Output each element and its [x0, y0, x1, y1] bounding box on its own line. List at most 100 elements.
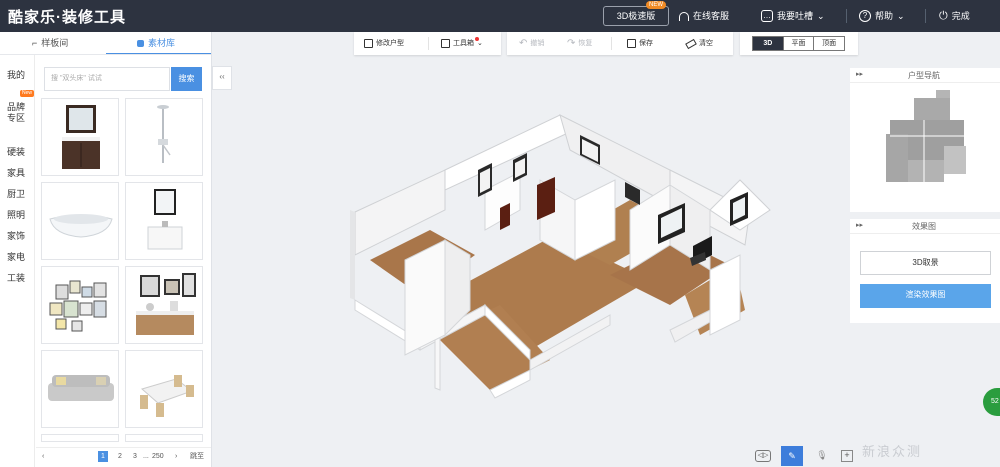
finish-button[interactable]: ⏻ 完成	[939, 8, 970, 24]
item-sofa[interactable]	[41, 350, 119, 428]
top-bar: 酷家乐·装修工具 3D极速版 NEW 在线客服 … 我要吐槽 ⌄ ? 帮助 ⌄ …	[0, 0, 1000, 32]
item-decor-frames-sideboard[interactable]	[125, 266, 203, 344]
brush-icon[interactable]: ✎	[781, 446, 803, 466]
search-input[interactable]: 搜 "双头床" 试试	[44, 67, 170, 91]
sofa-thumbnail	[48, 375, 114, 401]
category-commercial[interactable]: 工装	[7, 271, 25, 284]
camera-mode-icon[interactable]: ◁▷	[755, 450, 771, 462]
3d-view-capture-button[interactable]: 3D取景	[860, 251, 991, 275]
redo-icon: ↷	[567, 38, 576, 49]
frames-thumbnail	[49, 280, 107, 332]
render-panel: ▸▸ 效果图 3D取景 渲染效果图	[850, 219, 1000, 323]
render-header: ▸▸ 效果图	[850, 219, 1000, 234]
item-partial[interactable]	[125, 434, 203, 442]
view-3d-button[interactable]: 3D	[753, 37, 784, 50]
chevron-down-icon: ⌄	[817, 11, 825, 21]
divider	[846, 9, 847, 23]
tab-template-label: 样板间	[41, 38, 69, 48]
online-service-label: 在线客服	[693, 11, 730, 21]
basin-thumbnail	[147, 189, 183, 250]
toolbox-label: 工具箱	[453, 40, 474, 47]
page-jump[interactable]: 跳至	[187, 451, 207, 462]
category-home-decor[interactable]: 家饰	[7, 229, 25, 242]
dining-thumbnail	[140, 375, 194, 417]
cube-icon	[137, 39, 144, 47]
item-picture-frames-wall[interactable]	[41, 266, 119, 344]
item-wash-basin-cabinet[interactable]	[125, 182, 203, 260]
page-3[interactable]: 3	[130, 451, 140, 462]
microphone-icon[interactable]: 🎙	[813, 447, 831, 465]
category-furniture[interactable]: 家具	[7, 166, 25, 179]
item-dining-table-set[interactable]	[125, 350, 203, 428]
render-image-button[interactable]: 渲染效果图	[860, 284, 991, 308]
page-2[interactable]: 2	[115, 451, 125, 462]
redo-button[interactable]: ↷ 恢复	[567, 32, 592, 55]
3d-viewport[interactable]	[230, 60, 850, 445]
view-plan-button[interactable]: 平面	[783, 37, 815, 50]
question-icon: ?	[859, 10, 871, 22]
vanity-thumbnail	[62, 105, 100, 169]
brand-new-badge: New	[20, 90, 35, 97]
item-partial[interactable]	[41, 434, 119, 442]
toolbar-group-edit: 修改户型 工具箱 ⌄	[354, 32, 501, 55]
page-1[interactable]: 1	[98, 451, 108, 462]
save-button[interactable]: 保存	[627, 32, 653, 55]
item-shower-set[interactable]	[125, 98, 203, 176]
active-tab-underline	[106, 53, 211, 54]
category-appliances[interactable]: 家电	[7, 250, 25, 263]
redo-label: 恢复	[578, 40, 593, 47]
3d-fast-version-button[interactable]: 3D极速版	[603, 6, 669, 26]
floating-count-badge[interactable]: 52	[983, 388, 1000, 416]
view-ceiling-button[interactable]: 顶面	[814, 37, 845, 50]
eraser-icon	[685, 38, 697, 49]
divider	[925, 9, 926, 23]
chevron-down-icon: ⌄	[897, 11, 905, 21]
collapse-left-panel-button[interactable]: ‹‹	[212, 66, 232, 90]
clear-button[interactable]: 清空	[685, 32, 713, 55]
bathtub-thumbnail	[49, 214, 113, 238]
floorplan-nav-header: ▸▸ 户型导航	[850, 68, 1000, 83]
toolbox-icon	[441, 39, 450, 48]
shower-thumbnail	[157, 105, 171, 163]
page-prev[interactable]: ‹	[39, 451, 47, 462]
left-tabs: ⌐ 样板间 素材库	[0, 32, 211, 55]
undo-label: 撤销	[530, 40, 545, 47]
collapse-icon[interactable]: ▸▸	[856, 221, 863, 229]
sideboard-thumbnail	[136, 273, 196, 335]
category-lighting[interactable]: 照明	[7, 208, 25, 221]
floorplan-minimap[interactable]	[884, 90, 968, 188]
item-bathtub[interactable]	[41, 182, 119, 260]
save-icon	[627, 39, 636, 48]
left-panel: ⌐ 样板间 素材库 我的 品牌专区 硬装 家具 厨卫 照明 家饰 家电 工装 N…	[0, 32, 212, 467]
search-button[interactable]: 搜索	[171, 67, 202, 91]
category-mine[interactable]: 我的	[7, 68, 25, 81]
category-hard-decor[interactable]: 硬装	[7, 145, 25, 158]
category-brand-zone[interactable]: 品牌专区	[7, 102, 27, 124]
headset-icon	[679, 11, 689, 21]
render-title: 效果图	[912, 222, 936, 231]
feedback-button[interactable]: … 我要吐槽 ⌄	[761, 8, 825, 24]
edit-floorplan-button[interactable]: 修改户型	[364, 32, 404, 55]
toolbox-button[interactable]: 工具箱 ⌄	[441, 32, 483, 55]
help-label: 帮助	[875, 11, 894, 21]
undo-button[interactable]: ↶ 撤销	[519, 32, 544, 55]
page-last[interactable]: 250	[149, 451, 167, 462]
app-logo: 酷家乐·装修工具	[8, 9, 126, 26]
item-bathroom-vanity-mirror[interactable]	[41, 98, 119, 176]
page-next[interactable]: ›	[172, 451, 180, 462]
floorplan-icon	[364, 39, 373, 48]
toolbar-group-actions: ↶ 撤销 ↷ 恢复 保存 清空	[507, 32, 733, 55]
tab-materials-label: 素材库	[148, 38, 176, 48]
zoom-icon[interactable]: +	[841, 450, 853, 462]
category-kitchen-bath[interactable]: 厨卫	[7, 187, 25, 200]
tab-materials[interactable]: 素材库	[137, 32, 175, 54]
category-column: 我的 品牌专区 硬装 家具 厨卫 照明 家饰 家电 工装	[0, 55, 35, 467]
chevron-down-icon: ⌄	[477, 40, 483, 47]
help-button[interactable]: ? 帮助 ⌄	[859, 8, 905, 24]
tab-template-rooms[interactable]: ⌐ 样板间	[32, 32, 68, 54]
online-service-button[interactable]: 在线客服	[679, 8, 729, 24]
save-label: 保存	[639, 40, 653, 47]
divider	[611, 37, 612, 50]
bottom-toolbar: ◁▷ ✎ 🎙 +	[755, 445, 863, 467]
collapse-icon[interactable]: ▸▸	[856, 70, 863, 78]
